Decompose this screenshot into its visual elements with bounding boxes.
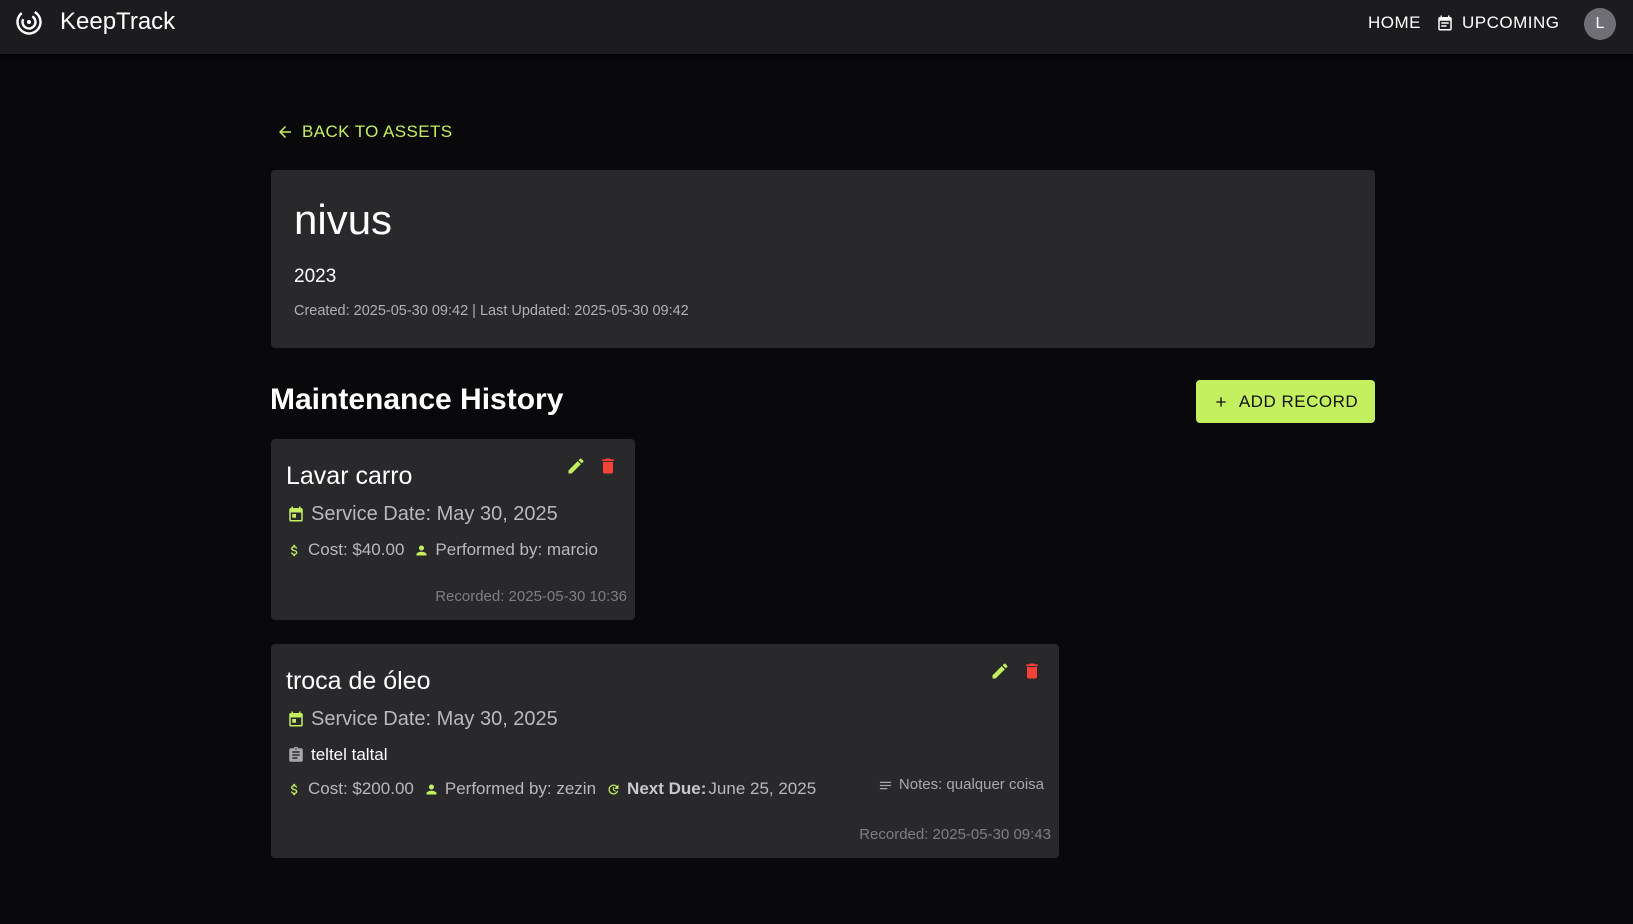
record-cost-text: Cost: $200.00: [308, 779, 414, 798]
record-description: teltel taltal: [287, 744, 388, 766]
person-icon: [416, 545, 427, 555]
pencil-icon: [568, 458, 584, 474]
service-date-text: Service Date: May 30, 2025: [311, 503, 558, 525]
record-performer-text: Performed by: zezin: [444, 779, 597, 798]
calendar-icon: [289, 506, 303, 522]
record-details: Cost: $200.00 Performed by: zezin Next D…: [287, 778, 826, 800]
asset-year: 2023: [294, 266, 337, 287]
record-performer: Performed by: marcio: [414, 539, 598, 561]
record-cost-text: Cost: $40.00: [308, 540, 405, 559]
asset-details-card: nivus 2023 Created: 2025-05-30 09:42 | L…: [271, 170, 1375, 348]
service-date: Service Date: May 30, 2025: [287, 707, 558, 731]
nav-upcoming-link[interactable]: UPCOMING: [1436, 12, 1560, 34]
record-cost: Cost: $40.00: [287, 539, 404, 561]
next-due-label: Next Due:: [627, 779, 707, 798]
record-performer: Performed by: zezin: [424, 778, 596, 800]
edit-record-button[interactable]: [565, 455, 587, 477]
app-name: KeepTrack: [60, 8, 176, 35]
user-avatar[interactable]: L: [1584, 8, 1616, 40]
record-description-text: teltel taltal: [311, 745, 388, 764]
dollar-icon: [290, 544, 298, 556]
dollar-icon: [290, 783, 298, 795]
trash-icon: [602, 458, 614, 474]
record-actions: [565, 455, 619, 477]
next-due-date: June 25, 2025: [708, 779, 817, 798]
record-recorded-timestamp: Recorded: 2025-05-30 09:43: [859, 826, 1051, 843]
calendar-event-icon: [1438, 15, 1452, 31]
asset-title: nivus: [294, 196, 393, 243]
nav-upcoming-label: UPCOMING: [1462, 13, 1560, 32]
record-actions: [989, 660, 1043, 682]
calendar-icon: [289, 711, 303, 727]
record-performer-text: Performed by: marcio: [435, 540, 598, 559]
arrow-back-icon: [279, 126, 291, 138]
asset-timestamps: Created: 2025-05-30 09:42 | Last Updated…: [294, 303, 689, 319]
notes-lines-icon: [879, 781, 892, 789]
person-icon: [426, 784, 437, 794]
maintenance-history-title: Maintenance History: [270, 383, 564, 416]
app-logo-icon: [16, 9, 42, 35]
record-next-due: Next Due: June 25, 2025: [606, 778, 816, 800]
record-notes-text: Notes: qualquer coisa: [898, 776, 1044, 793]
app-bar: KeepTrack HOME UPCOMING L: [0, 0, 1633, 54]
back-link-label: BACK TO ASSETS: [302, 122, 453, 141]
edit-record-button[interactable]: [989, 660, 1011, 682]
record-cost: Cost: $200.00: [287, 778, 414, 800]
nav-home-link[interactable]: HOME: [1368, 12, 1421, 34]
delete-record-button[interactable]: [597, 455, 619, 477]
record-notes: Notes: qualquer coisa: [878, 775, 1044, 795]
clipboard-icon: [289, 746, 303, 762]
record-title: troca de óleo: [286, 667, 431, 695]
back-to-assets-link[interactable]: BACK TO ASSETS: [276, 121, 452, 143]
maintenance-record-card: Lavar carro Service Date: May 30, 2025 C…: [271, 439, 635, 620]
record-details: Cost: $40.00 Performed by: marcio: [287, 539, 608, 561]
add-record-button[interactable]: ADD RECORD: [1196, 380, 1375, 423]
pencil-icon: [992, 663, 1008, 679]
add-record-label: ADD RECORD: [1238, 391, 1359, 411]
delete-record-button[interactable]: [1021, 660, 1043, 682]
trash-icon: [1026, 663, 1038, 679]
brand[interactable]: KeepTrack: [15, 8, 175, 36]
schedule-refresh-icon: [608, 784, 619, 794]
service-date-text: Service Date: May 30, 2025: [311, 708, 558, 730]
service-date: Service Date: May 30, 2025: [287, 502, 558, 526]
maintenance-record-card: troca de óleo Service Date: May 30, 2025…: [271, 644, 1059, 858]
record-recorded-timestamp: Recorded: 2025-05-30 10:36: [435, 588, 627, 605]
plus-icon: [1216, 396, 1226, 407]
record-title: Lavar carro: [286, 462, 413, 490]
